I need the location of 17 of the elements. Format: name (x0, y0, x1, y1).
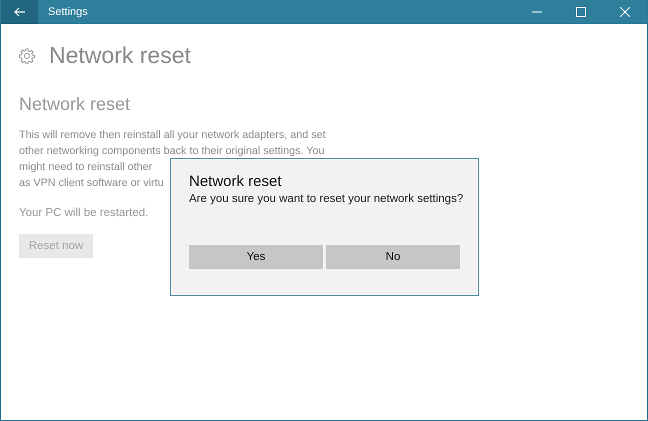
back-arrow-icon (14, 7, 26, 17)
description-line: might need to reinstall other (19, 160, 152, 175)
close-icon (620, 7, 630, 17)
description-line: other networking components back to their original settings. You (19, 144, 324, 159)
back-button[interactable] (1, 0, 38, 24)
dialog-button[interactable]: No (326, 245, 460, 269)
section-title: Network reset (19, 94, 132, 115)
window-title: Settings (48, 6, 89, 18)
description-line: as VPN client software or virtu (19, 176, 164, 191)
page-title: Network reset (49, 42, 191, 69)
maximize-icon (576, 7, 586, 17)
dialog-button[interactable]: Yes (189, 245, 323, 269)
minimize-icon (532, 11, 542, 13)
dialog-title: Network reset (189, 173, 283, 190)
description-line: This will remove then reinstall all your network adapters, and set (19, 128, 326, 143)
gear-icon (19, 48, 35, 64)
restart-note: Your PC will be restarted. (19, 207, 150, 219)
